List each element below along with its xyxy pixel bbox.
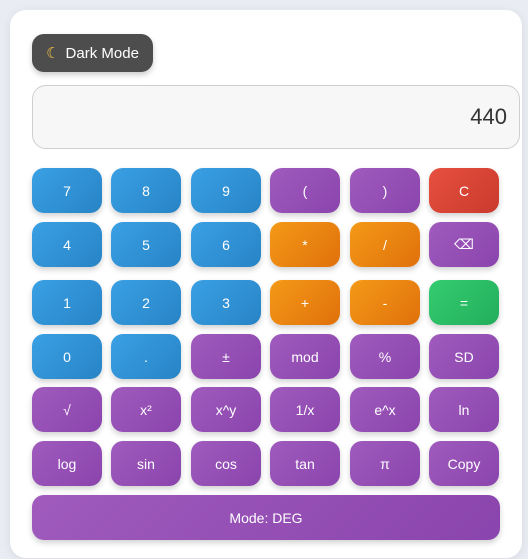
reciprocal-button[interactable]: 1/x [270,387,340,432]
cos-button[interactable]: cos [191,441,261,486]
key-3[interactable]: 3 [191,280,261,325]
decimal-button[interactable]: . [111,334,181,379]
percent-button[interactable]: % [350,334,420,379]
sd-button[interactable]: SD [429,334,499,379]
backspace-icon: ⌫ [454,236,474,252]
key-9[interactable]: 9 [191,168,261,213]
calculator-display: 440 [32,85,520,149]
square-button[interactable]: x² [111,387,181,432]
power-button[interactable]: x^y [191,387,261,432]
equals-button[interactable]: = [429,280,499,325]
backspace-button[interactable]: ⌫ [429,222,499,267]
moon-icon: ☾ [46,44,60,62]
key-2[interactable]: 2 [111,280,181,325]
exp-button[interactable]: e^x [350,387,420,432]
mod-button[interactable]: mod [270,334,340,379]
key-right-paren[interactable]: ) [350,168,420,213]
key-0[interactable]: 0 [32,334,102,379]
key-4[interactable]: 4 [32,222,102,267]
plus-button[interactable]: + [270,280,340,325]
log-button[interactable]: log [32,441,102,486]
sqrt-button[interactable]: √ [32,387,102,432]
angle-mode-label: Mode: DEG [229,509,303,526]
key-6[interactable]: 6 [191,222,261,267]
key-7[interactable]: 7 [32,168,102,213]
clear-button[interactable]: C [429,168,499,213]
pi-button[interactable]: π [350,441,420,486]
tan-button[interactable]: tan [270,441,340,486]
key-1[interactable]: 1 [32,280,102,325]
multiply-button[interactable]: * [270,222,340,267]
plus-minus-button[interactable]: ± [191,334,261,379]
dark-mode-button[interactable]: ☾ Dark Mode [32,34,153,72]
key-8[interactable]: 8 [111,168,181,213]
copy-button[interactable]: Copy [429,441,499,486]
minus-button[interactable]: - [350,280,420,325]
dark-mode-label: Dark Mode [65,44,139,62]
key-5[interactable]: 5 [111,222,181,267]
ln-button[interactable]: ln [429,387,499,432]
display-value: 440 [470,104,507,129]
sin-button[interactable]: sin [111,441,181,486]
key-left-paren[interactable]: ( [270,168,340,213]
angle-mode-button[interactable]: Mode: DEG [32,495,500,540]
divide-button[interactable]: / [350,222,420,267]
